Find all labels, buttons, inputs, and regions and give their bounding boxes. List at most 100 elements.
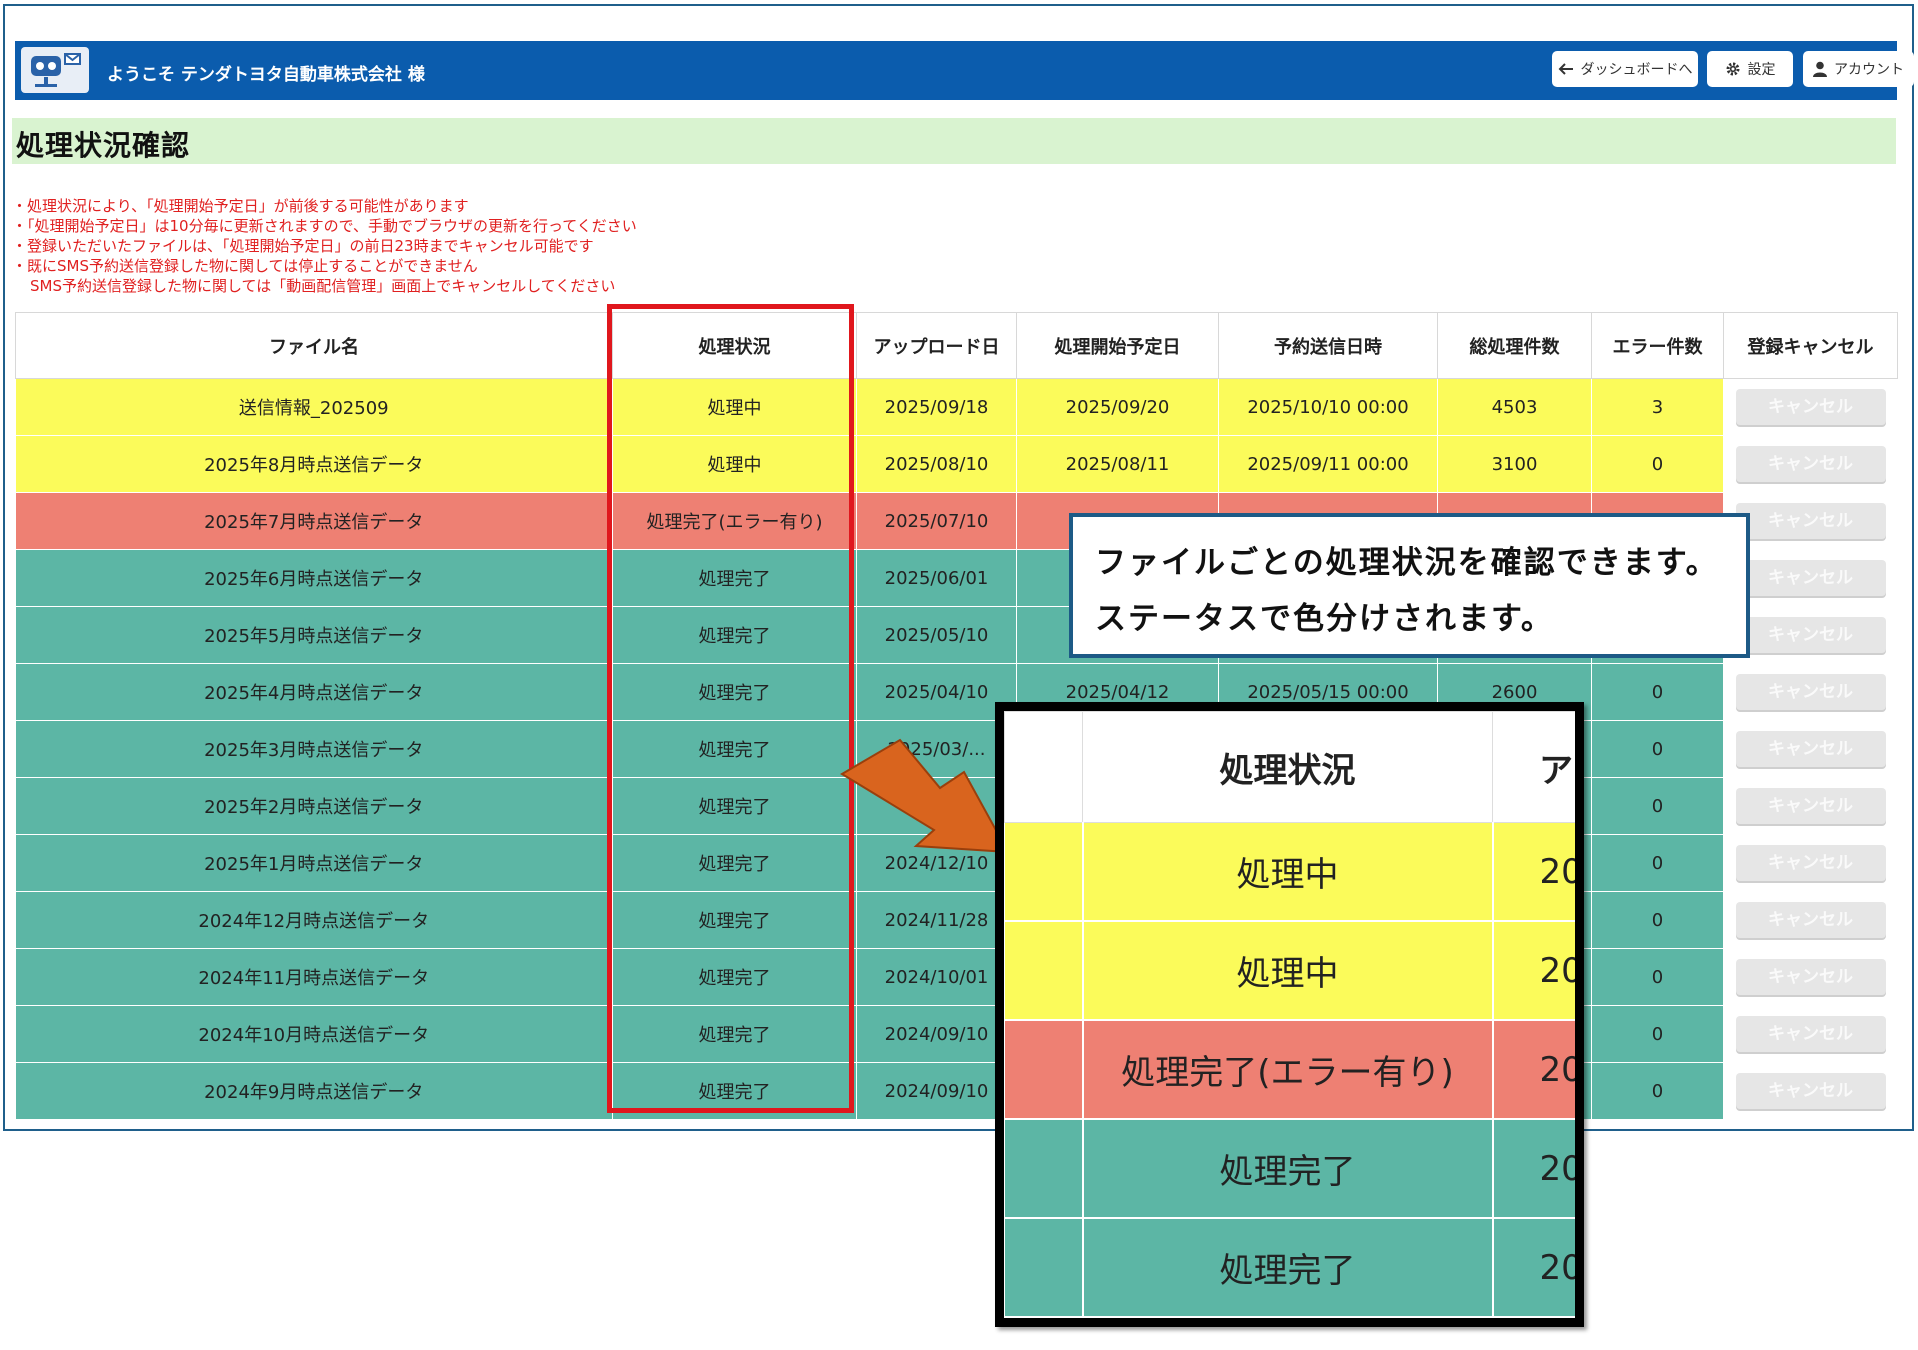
- zoom-header-row: 処理状況 ア: [1004, 711, 1575, 823]
- cancel-button[interactable]: キャンセル: [1735, 503, 1886, 539]
- page-title: 処理状況確認: [16, 129, 191, 162]
- notice-line: ・「処理開始予定日」は10分毎に更新されますので、手動でブラウザの更新を行ってく…: [12, 217, 637, 235]
- table-row: 送信情報_202509 処理中 2025/09/18 2025/09/20 2025/1…: [15, 378, 1898, 436]
- column-header-send: 予約送信日時: [1218, 312, 1438, 379]
- cancel-cell: キャンセル: [1723, 834, 1898, 892]
- pointer-arrow-icon: [840, 738, 1010, 854]
- dashboard-label: ダッシュボードへ: [1580, 62, 1693, 78]
- start-date-cell: 2025/08/11: [1016, 435, 1219, 493]
- file-cell: 2025年7月時点送信データ: [15, 492, 613, 550]
- cancel-button[interactable]: キャンセル: [1735, 389, 1886, 425]
- total-count-cell: 3100: [1437, 435, 1592, 493]
- account-label: アカウント: [1834, 62, 1904, 78]
- notice-line: ・登録いただいたファイルは、「処理開始予定日」の前日23時までキャンセル可能です: [12, 237, 594, 255]
- column-header-total: 総処理件数: [1437, 312, 1592, 379]
- start-date-cell: 2025/09/20: [1016, 378, 1219, 436]
- callout-line: ファイルごとの処理状況を確認できます。: [1095, 545, 1719, 581]
- upload-date-cell: 2025/04/10: [856, 663, 1017, 721]
- file-cell: 2025年1月時点送信データ: [15, 834, 613, 892]
- zoom-next-cell: 20: [1492, 1119, 1575, 1219]
- error-count-cell: 3: [1591, 378, 1724, 436]
- error-count-cell: 0: [1591, 720, 1724, 778]
- welcome-text: ようこそ テンダトヨタ自動車株式会社 様: [107, 65, 425, 85]
- settings-label: 設定: [1747, 62, 1776, 78]
- file-cell: 送信情報_202509: [15, 378, 613, 436]
- cancel-button[interactable]: キャンセル: [1735, 617, 1886, 653]
- cancel-button[interactable]: キャンセル: [1735, 1016, 1886, 1052]
- cancel-button[interactable]: キャンセル: [1735, 845, 1886, 881]
- notice-line: ・既にSMS予約送信登録した物に関しては停止することができません: [12, 257, 478, 275]
- cancel-cell: キャンセル: [1723, 777, 1898, 835]
- table-row: 2024年9月時点送信データ 処理完了 2024/09/10 0 キャンセル: [15, 1062, 1898, 1120]
- zoom-status-cell: 処理完了(エラー有り): [1082, 1020, 1494, 1120]
- zoom-next-cell: 20: [1492, 822, 1575, 922]
- cancel-button[interactable]: キャンセル: [1735, 674, 1886, 710]
- zoom-status-cell: 処理完了: [1082, 1119, 1494, 1219]
- cancel-button[interactable]: キャンセル: [1735, 731, 1886, 767]
- notice-list: ・処理状況により、「処理開始予定日」が前後する可能性があります ・「処理開始予定…: [12, 196, 912, 296]
- error-count-cell: 0: [1591, 891, 1724, 949]
- error-count-cell: 0: [1591, 663, 1724, 721]
- callout-line: ステータスで色分けされます。: [1095, 601, 1554, 637]
- dashboard-button[interactable]: ダッシュボードへ: [1552, 51, 1698, 87]
- error-count-cell: 0: [1591, 435, 1724, 493]
- cancel-cell: キャンセル: [1723, 1005, 1898, 1063]
- column-header-start: 処理開始予定日: [1016, 312, 1219, 379]
- column-header-errors: エラー件数: [1591, 312, 1724, 379]
- cancel-button[interactable]: キャンセル: [1735, 446, 1886, 482]
- zoom-status-cell: 処理中: [1082, 822, 1494, 922]
- status-column-highlight: [607, 304, 854, 1113]
- zoom-row: 処理中 20: [1004, 921, 1575, 1021]
- send-datetime-cell: 2025/09/11 00:00: [1218, 435, 1438, 493]
- callout-box: ファイルごとの処理状況を確認できます。 ステータスで色分けされます。: [1069, 513, 1750, 658]
- account-button[interactable]: アカウント: [1803, 51, 1914, 87]
- cancel-cell: キャンセル: [1723, 663, 1898, 721]
- cancel-button[interactable]: キャンセル: [1735, 788, 1886, 824]
- zoom-cell-empty: [1004, 1119, 1084, 1219]
- upload-date-cell: 2025/08/10: [856, 435, 1017, 493]
- file-cell: 2024年10月時点送信データ: [15, 1005, 613, 1063]
- table-row: 2024年10月時点送信データ 処理完了 2024/09/10 0 キャンセル: [15, 1005, 1898, 1063]
- upload-date-cell: 2025/09/18: [856, 378, 1017, 436]
- zoom-next-cell: 20: [1492, 1218, 1575, 1318]
- zoom-inset: 処理状況 ア 処理中 20 処理中 20 処理完了(エラー有り) 20 処理完了 20 処理完了…: [995, 702, 1584, 1327]
- table-row: 2024年12月時点送信データ 処理完了 2024/11/28 0 キャンセル: [15, 891, 1898, 949]
- status-table: ファイル名 処理状況 アップロード日 処理開始予定日 予約送信日時 総処理件数 …: [15, 312, 1898, 1120]
- zoom-header-status: 処理状況: [1082, 711, 1493, 823]
- error-count-cell: 0: [1591, 1062, 1724, 1120]
- upload-date-cell: 2024/11/28: [856, 891, 1017, 949]
- cancel-button[interactable]: キャンセル: [1735, 1073, 1886, 1109]
- cancel-cell: キャンセル: [1723, 378, 1898, 436]
- upload-date-cell: 2024/09/10: [856, 1062, 1017, 1120]
- send-datetime-cell: 2025/10/10 00:00: [1218, 378, 1438, 436]
- zoom-row: 処理完了 20: [1004, 1218, 1575, 1318]
- zoom-next-cell: 20: [1492, 1020, 1575, 1120]
- cancel-button[interactable]: キャンセル: [1735, 959, 1886, 995]
- file-cell: 2024年12月時点送信データ: [15, 891, 613, 949]
- user-icon: [1813, 61, 1827, 77]
- notice-line: ・処理状況により、「処理開始予定日」が前後する可能性があります: [12, 197, 469, 215]
- zoom-row: 処理完了 20: [1004, 1119, 1575, 1219]
- status-table-container: ファイル名 処理状況 アップロード日 処理開始予定日 予約送信日時 総処理件数 …: [15, 312, 1898, 1120]
- zoom-cell-empty: [1004, 822, 1084, 922]
- zoom-table: 処理状況 ア 処理中 20 処理中 20 処理完了(エラー有り) 20 処理完了 20 処理完了…: [1004, 711, 1575, 1318]
- cancel-button[interactable]: キャンセル: [1735, 560, 1886, 596]
- gear-icon: [1726, 62, 1739, 76]
- column-header-file: ファイル名: [15, 312, 613, 379]
- table-row: 2025年8月時点送信データ 処理中 2025/08/10 2025/08/11 202…: [15, 435, 1898, 493]
- upload-date-cell: 2025/06/01: [856, 549, 1017, 607]
- file-cell: 2025年3月時点送信データ: [15, 720, 613, 778]
- file-cell: 2025年6月時点送信データ: [15, 549, 613, 607]
- zoom-cell-empty: [1004, 921, 1084, 1021]
- file-cell: 2025年5月時点送信データ: [15, 606, 613, 664]
- cancel-button[interactable]: キャンセル: [1735, 902, 1886, 938]
- upload-date-cell: 2025/07/10: [856, 492, 1017, 550]
- zoom-cell-empty: [1004, 1218, 1084, 1318]
- upload-date-cell: 2024/10/01: [856, 948, 1017, 1006]
- title-bar: 処理状況確認: [12, 118, 1896, 164]
- cancel-cell: キャンセル: [1723, 435, 1898, 493]
- table-row: 2025年4月時点送信データ 処理完了 2025/04/10 2025/04/12 20…: [15, 663, 1898, 721]
- error-count-cell: 0: [1591, 1005, 1724, 1063]
- settings-button[interactable]: 設定: [1707, 51, 1793, 87]
- zoom-next-cell: 20: [1492, 921, 1575, 1021]
